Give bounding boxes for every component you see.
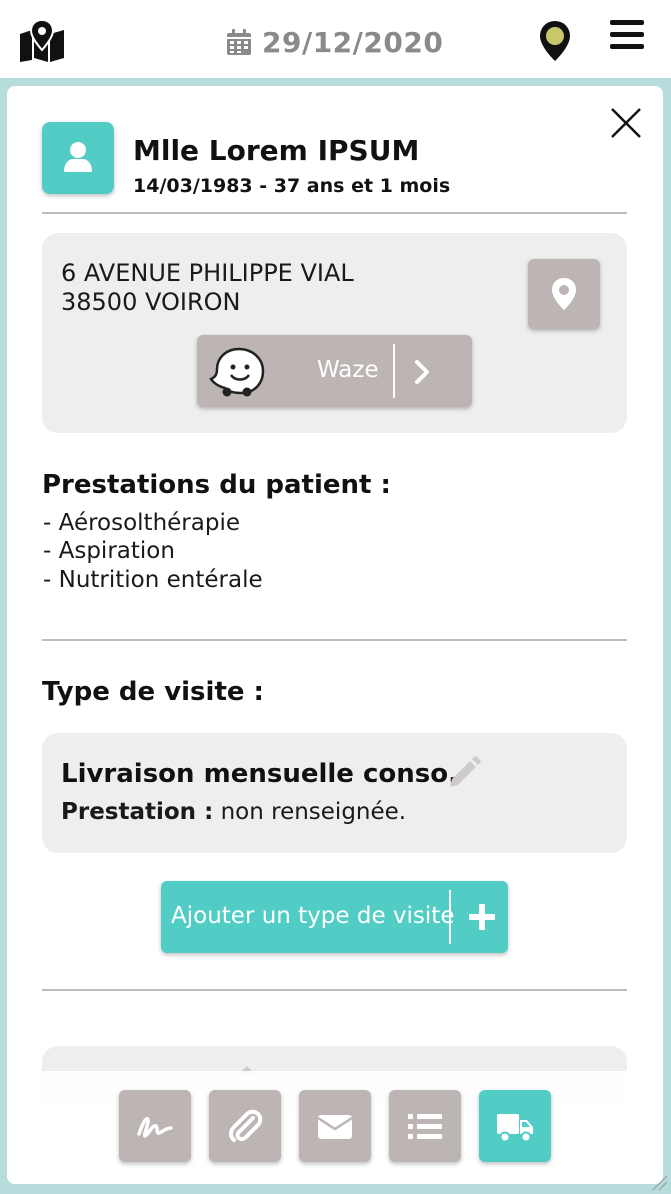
waze-icon xyxy=(209,347,265,397)
delivery-button[interactable] xyxy=(479,1090,551,1162)
close-icon[interactable] xyxy=(609,106,643,140)
visit-type-title: Type de visite : xyxy=(42,677,264,707)
list-icon xyxy=(408,1114,442,1139)
visit-type-name: Livraison mensuelle conso. xyxy=(61,759,458,789)
prestation-item: - Nutrition entérale xyxy=(43,567,263,593)
map-marker-icon[interactable] xyxy=(18,20,66,62)
divider xyxy=(42,989,627,991)
visit-prestation: Prestation : non renseignée. xyxy=(61,799,406,825)
patient-birthdate-age: 14/03/1983 - 37 ans et 1 mois xyxy=(133,175,451,197)
prestation-value: non renseignée. xyxy=(213,799,407,825)
plus-icon xyxy=(469,904,495,930)
truck-icon xyxy=(497,1114,533,1143)
list-button[interactable] xyxy=(389,1090,461,1162)
waze-label: Waze xyxy=(317,357,379,383)
paperclip-icon xyxy=(229,1109,263,1142)
chevron-right-icon xyxy=(415,360,429,384)
prestation-item: - Aspiration xyxy=(43,538,175,564)
calendar-icon xyxy=(227,29,251,55)
patient-card: Mlle Lorem IPSUM 14/03/1983 - 37 ans et … xyxy=(7,86,663,1184)
address-line-1: 6 AVENUE PHILIPPE VIAL xyxy=(61,259,354,287)
email-button[interactable] xyxy=(299,1090,371,1162)
add-visit-type-label: Ajouter un type de visite xyxy=(171,903,455,929)
map-pin-icon xyxy=(552,278,576,310)
address-box: 6 AVENUE PHILIPPE VIAL 38500 VOIRON Waze xyxy=(42,233,627,433)
show-on-map-button[interactable] xyxy=(528,259,600,329)
bottom-toolbar xyxy=(7,1071,663,1184)
date-display[interactable]: 29/12/2020 xyxy=(226,24,443,60)
button-separator xyxy=(393,344,395,398)
attachment-button[interactable] xyxy=(209,1090,281,1162)
hamburger-menu-icon[interactable] xyxy=(608,18,646,52)
envelope-icon xyxy=(317,1115,353,1139)
avatar xyxy=(42,122,114,194)
add-visit-type-button[interactable]: Ajouter un type de visite xyxy=(161,881,508,953)
resize-grip-icon[interactable] xyxy=(647,1170,669,1192)
top-bar: 29/12/2020 xyxy=(0,0,671,78)
prestation-item: - Aérosolthérapie xyxy=(43,510,240,536)
signature-button[interactable] xyxy=(119,1090,191,1162)
patient-name: Mlle Lorem IPSUM xyxy=(133,134,420,167)
prestations-title: Prestations du patient : xyxy=(42,470,391,500)
user-icon xyxy=(64,142,92,172)
divider xyxy=(42,212,627,214)
signature-icon xyxy=(137,1117,173,1138)
waze-button[interactable]: Waze xyxy=(197,335,472,407)
location-pin-icon[interactable] xyxy=(538,20,572,62)
divider xyxy=(42,639,627,641)
address-line-2: 38500 VOIRON xyxy=(61,288,241,316)
visit-type-box: Livraison mensuelle conso. Prestation : … xyxy=(42,733,627,853)
prestation-label: Prestation : xyxy=(61,799,214,825)
pencil-icon[interactable] xyxy=(446,755,482,791)
button-separator xyxy=(449,890,451,944)
date-text: 29/12/2020 xyxy=(262,25,444,59)
